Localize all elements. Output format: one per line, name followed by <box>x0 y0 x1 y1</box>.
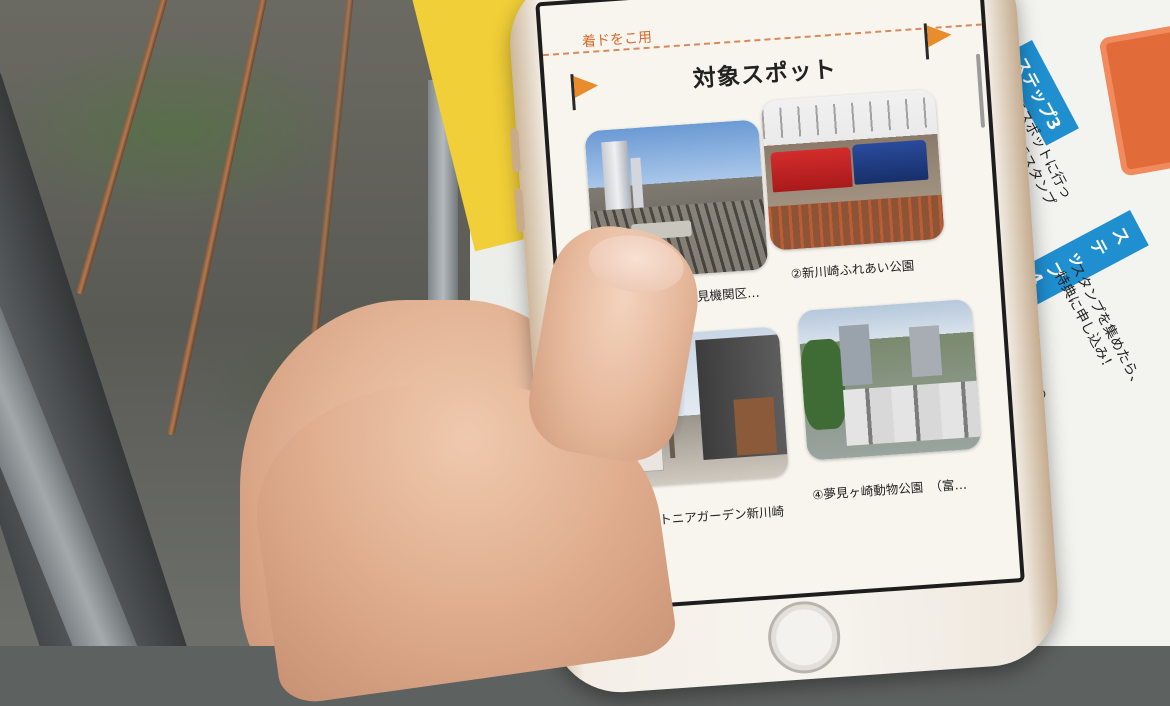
spot-card-4-caption[interactable]: ④夢見ヶ崎動物公園 （富… <box>812 474 968 504</box>
houses <box>843 380 981 446</box>
building <box>838 324 873 387</box>
spot-card-4-image[interactable] <box>797 298 982 461</box>
fence <box>768 194 945 251</box>
volume-button <box>514 187 526 233</box>
red-locomotive <box>770 146 853 193</box>
tower-building <box>601 140 632 211</box>
building <box>733 396 778 456</box>
building <box>630 157 644 209</box>
overhead-wires <box>761 96 937 140</box>
blue-locomotive <box>851 139 929 185</box>
volume-button <box>509 128 522 173</box>
home-button[interactable] <box>765 598 843 676</box>
building <box>908 325 943 378</box>
partial-header-text: 着ドをこ用 <box>581 29 653 51</box>
spot-card-2-image[interactable] <box>760 88 945 251</box>
spot-card-2-caption[interactable]: ②新川崎ふれあい公園 <box>790 255 915 283</box>
